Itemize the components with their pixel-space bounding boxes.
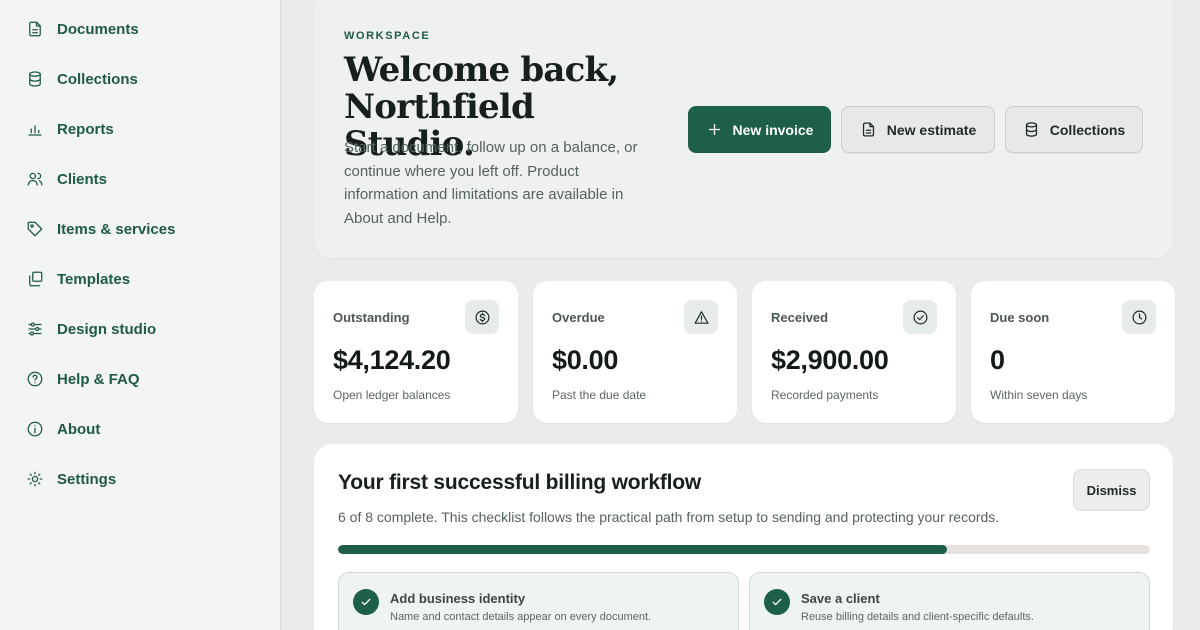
sidebar-item-label: Help & FAQ [57,370,140,388]
collections-label: Collections [1049,121,1126,138]
sidebar-item-label: Clients [57,170,108,188]
database-icon [1025,122,1037,137]
sidebar-item-clients[interactable]: Clients [26,164,107,194]
task-title: Add business identity [390,591,526,606]
bar-chart-icon [28,125,42,136]
stat-value: $0.00 [552,345,619,375]
stat-value: 0 [990,345,1005,375]
sidebar-item-label: Templates [57,270,131,288]
new-estimate-button[interactable]: New estimate [841,106,995,153]
sidebar-item-settings[interactable]: Settings [26,464,116,494]
sidebar-item-label: Collections [57,70,138,88]
checklist-task-business-identity[interactable]: Add business identity Name and contact d… [338,572,739,630]
stat-label: Outstanding [333,310,410,325]
users-icon [27,172,43,186]
collections-button[interactable]: Collections [1005,106,1143,153]
sun-icon [27,471,43,487]
warning-icon [684,300,718,334]
clock-icon [1122,300,1156,334]
plus-icon [708,123,720,136]
stat-card-overdue: Overdue $0.00 Past the due date [533,281,737,423]
stat-caption: Recorded payments [771,388,879,402]
dismiss-button[interactable]: Dismiss [1073,469,1150,511]
document-icon [29,21,41,37]
sidebar-item-label: About [57,420,101,438]
workspace-eyebrow: WORKSPACE [344,30,431,42]
sidebar-item-label: Items & services [57,220,176,238]
stat-value: $2,900.00 [771,345,889,375]
sidebar-item-documents[interactable]: Documents [26,14,139,44]
sidebar-item-collections[interactable]: Collections [26,64,138,94]
stat-card-outstanding: Outstanding $4,124.20 Open ledger balanc… [314,281,518,423]
sidebar: Documents Collections Reports Clients It… [0,0,281,630]
document-icon [862,122,874,137]
checklist-title: Your first successful billing workflow [338,471,702,494]
new-estimate-label: New estimate [886,121,977,138]
database-icon [29,71,41,87]
task-description: Name and contact details appear on every… [390,611,652,623]
tag-icon [27,221,43,237]
stat-value: $4,124.20 [333,345,451,375]
sidebar-item-label: Reports [57,120,114,138]
checklist-progress-bar [338,545,1150,554]
sidebar-item-label: Settings [57,470,117,488]
sidebar-item-label: Design studio [57,320,157,338]
checklist-description: 6 of 8 complete. This checklist follows … [338,509,1000,525]
new-invoice-label: New invoice [732,121,814,138]
stat-caption: Past the due date [552,388,647,402]
task-title: Save a client [801,591,880,606]
sidebar-item-items-services[interactable]: Items & services [26,214,175,244]
stat-caption: Within seven days [990,388,1088,402]
help-circle-icon [27,371,43,387]
sliders-icon [28,322,42,336]
task-description: Reuse billing details and client-specifi… [801,611,1034,623]
stat-card-due-soon: Due soon 0 Within seven days [971,281,1175,423]
stat-label: Due soon [990,310,1050,325]
sidebar-item-about[interactable]: About [26,414,100,444]
check-icon [353,589,379,615]
sidebar-item-label: Documents [57,20,139,38]
progress-fill [338,545,947,554]
hero-description: Start a document, follow up on a balance… [344,139,638,227]
dollar-circle-icon [465,300,499,334]
checklist-task-save-client[interactable]: Save a client Reuse billing details and … [749,572,1150,630]
sidebar-item-reports[interactable]: Reports [26,114,114,144]
check-circle-icon [903,300,937,334]
stat-card-received: Received $2,900.00 Recorded payments [752,281,956,423]
sidebar-item-design-studio[interactable]: Design studio [26,314,156,344]
title-line-1: Welcome back, [344,50,619,90]
sidebar-item-templates[interactable]: Templates [26,264,130,294]
sidebar-item-help-faq[interactable]: Help & FAQ [26,364,140,394]
stat-label: Overdue [552,310,605,325]
check-icon [764,589,790,615]
copy-icon [29,271,43,287]
info-icon [27,421,43,437]
stat-label: Received [771,310,829,325]
stat-caption: Open ledger balances [333,388,451,402]
new-invoice-button[interactable]: New invoice [688,106,831,153]
